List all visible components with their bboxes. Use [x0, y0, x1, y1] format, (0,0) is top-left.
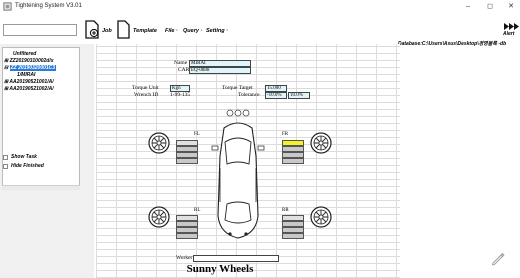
- app-icon: [3, 2, 12, 11]
- torque-unit-label: Torque Unit: [132, 85, 159, 91]
- fr-label: FR: [282, 132, 289, 137]
- torque-target-value[interactable]: 15.000: [265, 85, 287, 92]
- name-value[interactable]: MIRAI: [189, 60, 251, 67]
- tree-horizontal-scrollbar[interactable]: [2, 185, 80, 190]
- wheel-rr-icon: [310, 206, 332, 228]
- query-menu[interactable]: Query ·: [183, 28, 202, 35]
- worker-label: Worker: [176, 255, 193, 261]
- sidebar: Unfiltered ⊞ ZZ20190310002d/x ⊟ ZZ 20190…: [0, 44, 94, 278]
- fast-forward-icon[interactable]: [501, 22, 520, 31]
- setting-menu[interactable]: Setting ·: [206, 28, 228, 35]
- file-menu[interactable]: File ·: [165, 28, 178, 35]
- tree-item[interactable]: ⊞ AA20190521001/A/: [4, 79, 54, 85]
- fl-bolt-bar[interactable]: [176, 158, 198, 164]
- rr-label: RR: [282, 208, 289, 213]
- wheel-fl-icon: [148, 132, 170, 154]
- rr-bolt-bar[interactable]: [282, 233, 304, 239]
- show-task-checkbox[interactable]: [3, 155, 8, 160]
- toolbar: [0, 14, 520, 44]
- car-label: CAR: [178, 67, 190, 73]
- minimize-button[interactable]: –: [460, 1, 476, 12]
- tolerance-minus-value[interactable]: -10.0%: [265, 92, 287, 99]
- hide-finished-checkbox[interactable]: [3, 164, 8, 169]
- fl-bolt-bars: [176, 140, 198, 164]
- document-icon[interactable]: [116, 20, 130, 39]
- wheel-rl-icon: [148, 206, 170, 228]
- rr-bolt-bars: [282, 215, 304, 239]
- alert-button[interactable]: Alert: [503, 31, 514, 37]
- worker-value[interactable]: [193, 255, 279, 262]
- tightening-sheet[interactable]: Name MIRAI CAR EQ-0888 Torque Unit Kgn T…: [96, 44, 400, 278]
- template-button[interactable]: Template: [133, 28, 157, 35]
- pen-icon[interactable]: [490, 250, 506, 266]
- wrench-id-value[interactable]: 1-99-135: [170, 92, 190, 99]
- new-document-icon[interactable]: [84, 20, 100, 39]
- rl-label: RL: [194, 208, 201, 213]
- tree-item[interactable]: Unfiltered: [13, 51, 36, 57]
- name-label: Name: [174, 60, 188, 66]
- car-value[interactable]: EQ-0888: [189, 67, 251, 74]
- fr-bolt-bar[interactable]: [282, 158, 304, 164]
- close-button[interactable]: ✕: [503, 1, 519, 12]
- title-bar: Tightening System V3.01 – ◻ ✕: [0, 0, 520, 14]
- tolerance-label: Tolerance: [238, 92, 260, 98]
- rl-bolt-bars: [176, 215, 198, 239]
- tree-item[interactable]: ⊞ AA20190521002/A/: [4, 86, 54, 92]
- wrench-id-label: Wrench ID: [134, 92, 159, 98]
- tolerance-plus-value[interactable]: 10.0%: [288, 92, 310, 99]
- fr-bolt-bars: [282, 140, 304, 164]
- window-title: Tightening System V3.01: [15, 3, 82, 9]
- car-top-view-icon: [211, 109, 265, 239]
- rl-bolt-bar[interactable]: [176, 233, 198, 239]
- tree-item[interactable]: 1/MIRAI: [17, 72, 35, 78]
- tree-item-selected[interactable]: ⊟ ZZ 20190320001C3: [4, 65, 57, 71]
- wheel-fr-icon: [310, 132, 332, 154]
- job-button[interactable]: Job: [102, 28, 112, 35]
- hide-finished-label: Hide Finished: [11, 163, 44, 169]
- maximize-button[interactable]: ◻: [482, 1, 498, 12]
- tree-item[interactable]: ⊞ ZZ20190310002d/x: [4, 58, 54, 64]
- job-selector-combo[interactable]: [3, 24, 77, 36]
- fl-label: FL: [194, 132, 200, 137]
- database-path: Database:C:\Users\Asus\Desktop\경영블록 -db: [398, 41, 507, 47]
- torque-unit-value[interactable]: Kgn: [170, 85, 190, 92]
- show-task-label: Show Task: [11, 154, 37, 160]
- torque-target-label: Torque Target: [222, 85, 253, 91]
- brand-title: Sunny Wheels: [186, 263, 254, 275]
